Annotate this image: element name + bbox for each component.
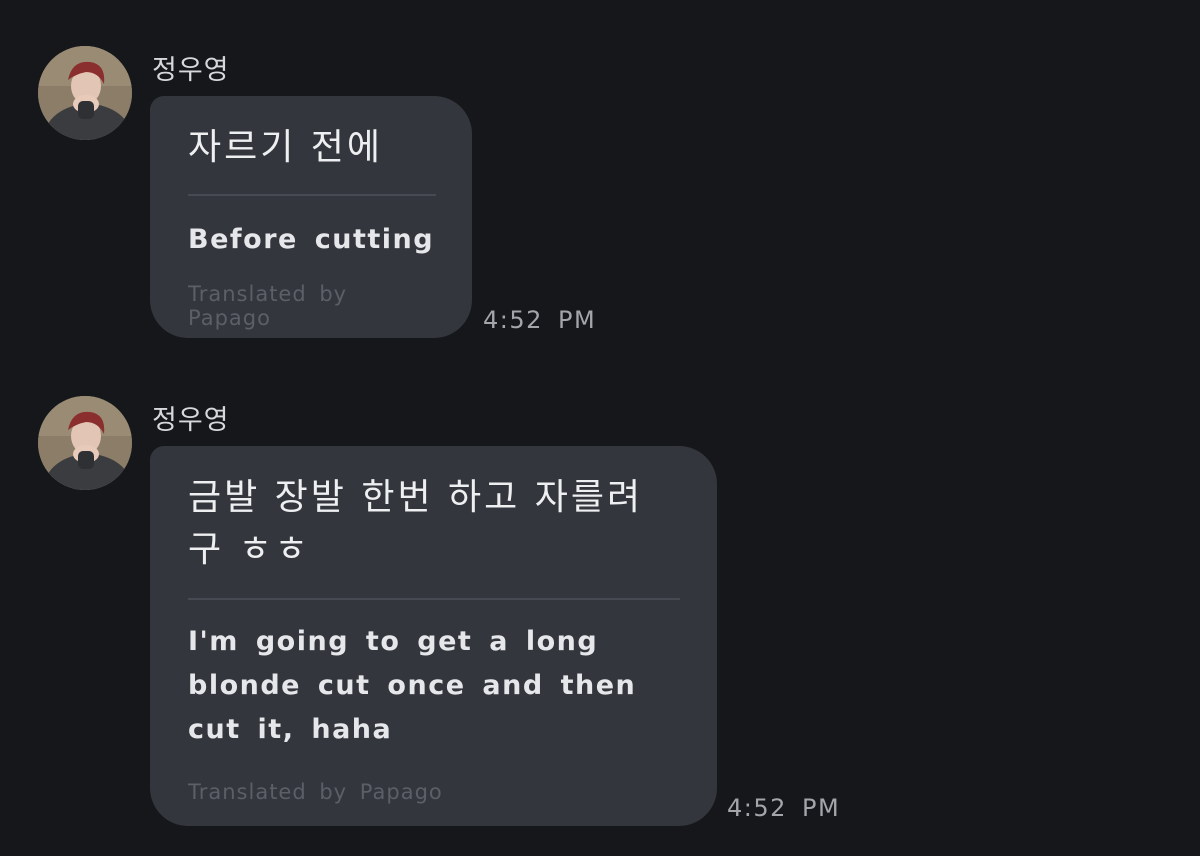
original-text: 금발 장발 한번 하고 자를려 구 ㅎㅎ (188, 477, 644, 570)
translated-text: I'm going to get a long blonde cut once … (188, 626, 637, 745)
chat-screen: { "theme": { "background": "#16171b", "b… (0, 0, 1200, 856)
translation-divider (188, 598, 680, 600)
translation-credit: Translated by Papago (188, 780, 443, 804)
message-timestamp: 4:52 PM (727, 794, 841, 822)
chat-message: 정우영 금발 장발 한번 하고 자를려 구 ㅎㅎ I'm going to ge… (0, 0, 1200, 856)
sender-avatar[interactable] (38, 396, 132, 490)
profile-photo-icon (38, 396, 132, 490)
sender-name: 정우영 (152, 405, 230, 436)
message-bubble[interactable]: 금발 장발 한번 하고 자를려 구 ㅎㅎ I'm going to get a … (150, 446, 717, 826)
